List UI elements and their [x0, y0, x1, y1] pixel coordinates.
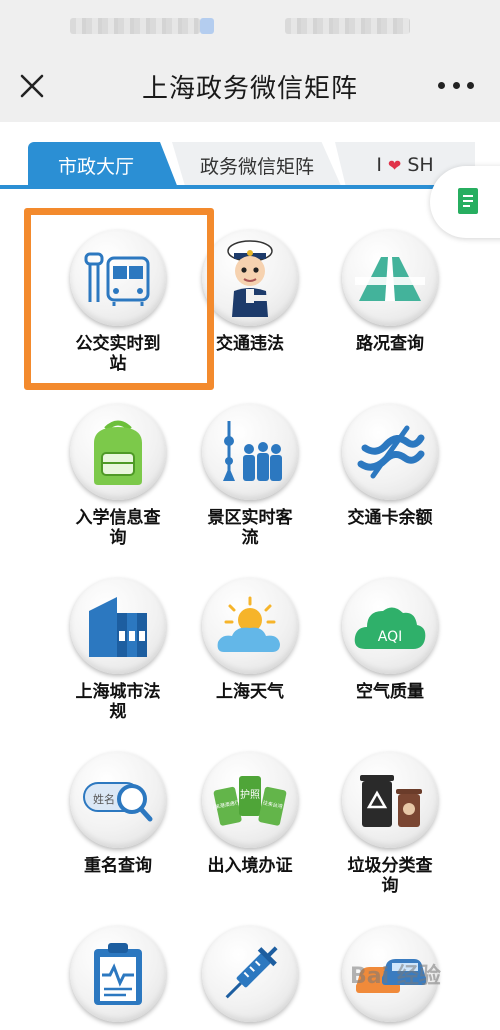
grid-item-label: 景区实时客流	[207, 508, 293, 548]
tab-underline	[0, 185, 500, 189]
grid-item-scenic-flow[interactable]: 景区实时客流	[180, 404, 320, 548]
law-books-icon	[70, 578, 166, 674]
grid-item-health-record[interactable]	[48, 926, 188, 1030]
road-icon	[342, 230, 438, 326]
syringe-icon	[202, 926, 298, 1022]
watermark: Bai 经验	[350, 964, 441, 989]
tab-municipal-hall-label: 市政大厅	[57, 155, 134, 178]
grid-item-label: 入学信息查询	[75, 508, 161, 548]
aqi-cloud-icon: AQI	[342, 578, 438, 674]
grid-item-school-enrollment[interactable]: 入学信息查询	[48, 404, 188, 548]
passport-cards-icon: 往来港澳通行证 护照 往来台湾	[202, 752, 298, 848]
grid-item-label: 重名查询	[84, 856, 152, 876]
nav-bar: 上海政务微信矩阵	[0, 50, 500, 122]
grid-item-label: 出入境办证	[207, 856, 293, 876]
grid-item-label: 上海城市法规	[75, 682, 161, 722]
grid-item-city-laws[interactable]: 上海城市法规	[48, 578, 188, 722]
floating-document-button[interactable]	[430, 166, 500, 238]
backpack-icon	[70, 404, 166, 500]
weather-icon	[202, 578, 298, 674]
document-icon	[458, 188, 478, 214]
status-bar-blur-right	[285, 18, 410, 34]
grid-item-transit-card[interactable]: 交通卡余额	[320, 404, 460, 528]
grid-item-label: 上海天气	[216, 682, 284, 702]
grid-item-label: 空气质量	[356, 682, 424, 702]
traffic-police-icon	[202, 230, 298, 326]
aqi-text: AQI	[378, 629, 402, 645]
tab-bar: 市政大厅 政务微信矩阵 I ❤ SH	[0, 122, 500, 189]
status-bar	[0, 0, 500, 50]
status-bar-blur-left	[70, 18, 200, 34]
heart-icon: ❤	[387, 155, 402, 175]
transit-card-icon	[342, 404, 438, 500]
tab-gov-wechat-matrix-label: 政务微信矩阵	[199, 155, 314, 178]
grid-item-label: 垃圾分类查询	[347, 856, 433, 896]
grid-item-vaccination[interactable]	[180, 926, 320, 1030]
tab-municipal-hall[interactable]: 市政大厅	[28, 142, 178, 188]
card-2-text: 护照	[240, 788, 260, 801]
grid-item-road-status[interactable]: 路况查询	[320, 230, 460, 354]
more-icon[interactable]	[438, 80, 474, 90]
tab-i-love-sh-suffix: SH	[407, 154, 434, 176]
page-title: 上海政务微信矩阵	[141, 74, 358, 104]
highlight-box	[24, 208, 214, 390]
grid-item-weather[interactable]: 上海天气	[180, 578, 320, 702]
grid-item-air-quality[interactable]: AQI 空气质量	[320, 578, 460, 702]
name-tag-text: 姓名	[93, 792, 115, 806]
tab-gov-wechat-matrix[interactable]: 政务微信矩阵	[172, 142, 342, 188]
grid-item-label: 交通卡余额	[347, 508, 433, 528]
clipboard-health-icon	[70, 926, 166, 1022]
grid-item-label: 交通违法	[216, 334, 284, 354]
status-bar-blur-mid	[200, 18, 214, 34]
grid-item-garbage-sort[interactable]: 垃圾分类查询	[320, 752, 460, 896]
trash-bins-icon	[342, 752, 438, 848]
name-search-icon: 姓名	[70, 752, 166, 848]
tab-i-love-sh-prefix: I	[376, 154, 382, 176]
grid-item-label: 路况查询	[356, 334, 424, 354]
grid-item-exit-entry[interactable]: 往来港澳通行证 护照 往来台湾 出入境办证	[180, 752, 320, 876]
crowd-tower-icon	[202, 404, 298, 500]
grid-item-duplicate-name[interactable]: 姓名 重名查询	[48, 752, 188, 876]
